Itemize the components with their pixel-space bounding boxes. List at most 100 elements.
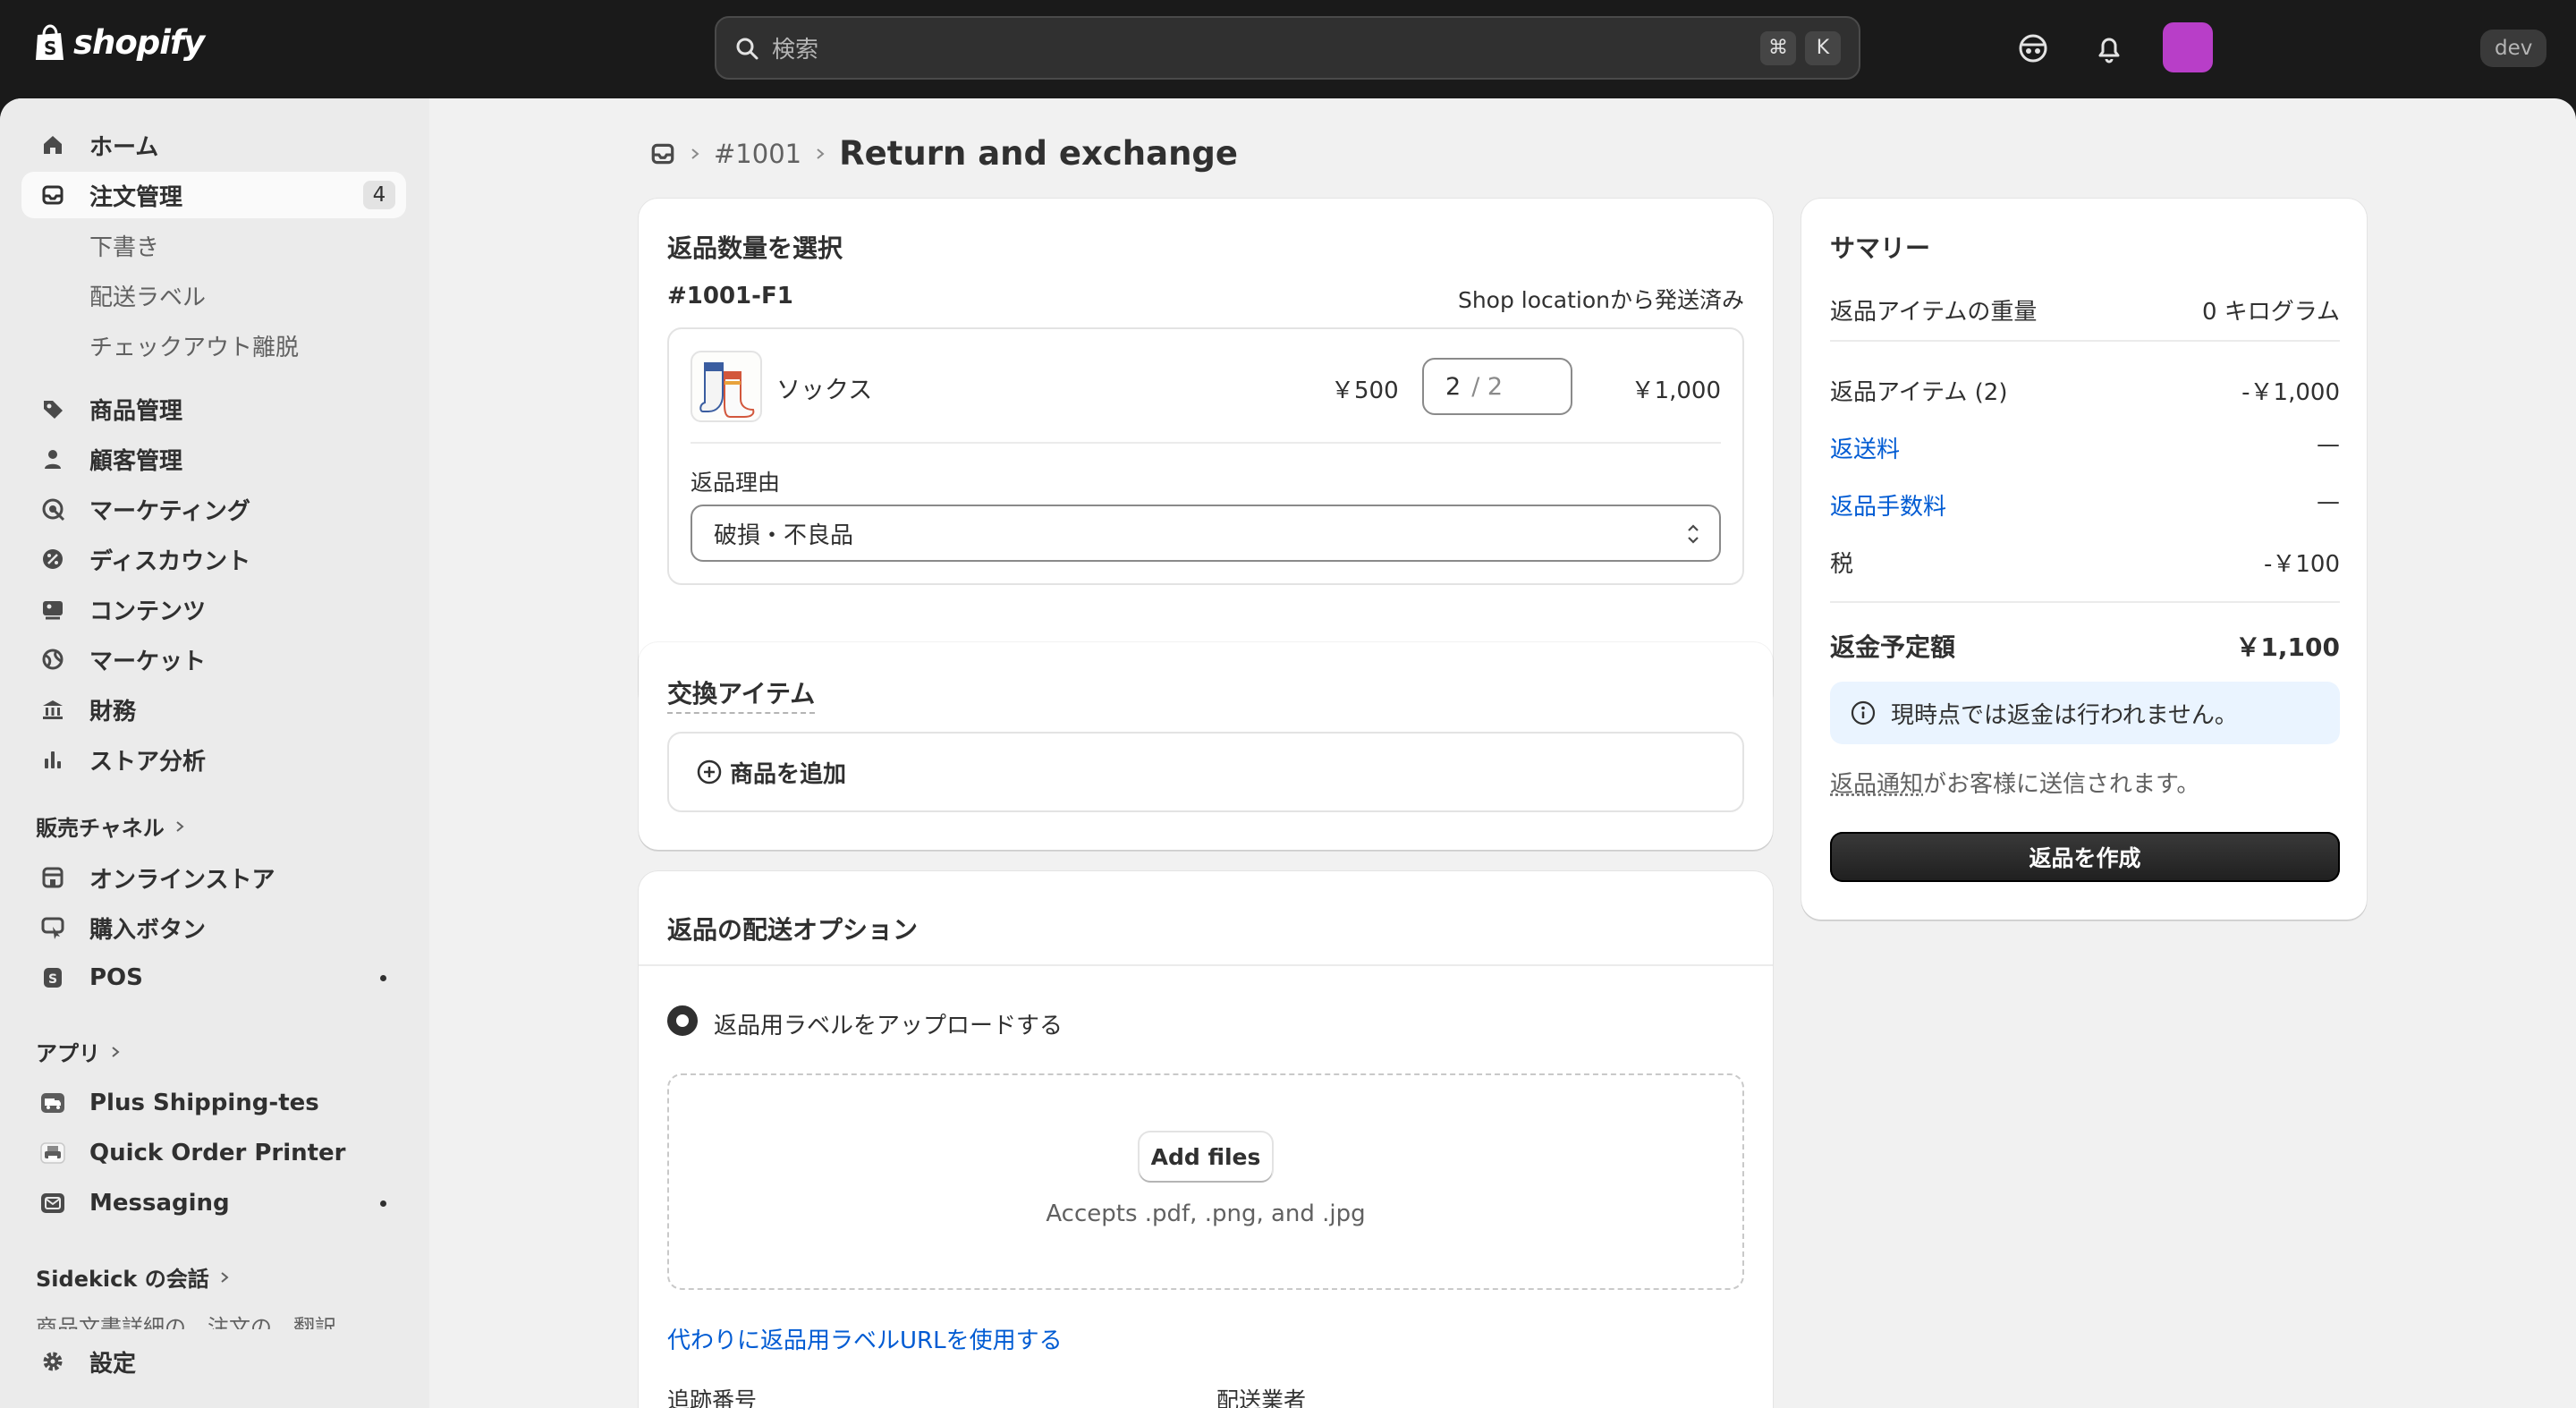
accepted-file-types: Accepts .pdf, .png, and .jpg [1046,1200,1366,1227]
orders-count-badge: 4 [363,181,395,209]
sidebar-item-shipping-labels[interactable]: 配送ラベル [21,272,406,318]
chart-bar-icon [39,746,66,773]
chevron-right-icon [109,1046,122,1058]
card-title[interactable]: 交換アイテム [667,674,816,714]
sidebar-item-abandoned-checkouts[interactable]: チェックアウト離脱 [21,322,406,369]
page-title: Return and exchange [839,134,1238,173]
unit-price: ￥500 [1331,377,1399,404]
shopify-bag-icon: S [34,23,66,62]
upload-label-radio[interactable] [667,1005,698,1036]
sidebar-item-products[interactable]: 商品管理 [21,386,406,432]
buy-button-icon [39,914,66,941]
sidebar-item-analytics[interactable]: ストア分析 [21,736,406,783]
sidebar-item-drafts[interactable]: 下書き [21,222,406,268]
return-notification-link[interactable]: 返品通知 [1830,771,1923,798]
row-value: — [2317,488,2340,515]
divider [1830,601,2340,603]
globe-icon [39,646,66,673]
fulfillment-id: #1001-F1 [667,283,793,310]
bell-icon[interactable] [2091,30,2127,66]
sidebar-item-label: ホーム [89,133,159,161]
svg-text:S: S [48,972,57,987]
summary-row-tax: 税 -￥100 [1830,546,2340,579]
row-label: 税 [1830,551,1854,578]
sidebar-item-messaging[interactable]: Messaging [21,1180,406,1226]
sidebar-item-markets[interactable]: マーケット [21,636,406,683]
messaging-app-icon [39,1190,66,1217]
divider [1830,340,2340,342]
sidebar-item-discounts[interactable]: ディスカウント [21,536,406,582]
sidebar-item-orders[interactable]: 注文管理 4 [21,172,406,218]
line-total: ￥1,000 [1631,377,1721,404]
store-badge[interactable]: dev [2480,30,2547,67]
shopify-logo[interactable]: S shopify [34,23,205,62]
sidekick-icon[interactable] [2015,30,2051,66]
sidebar-item-label: Plus Shipping-tes [89,1090,319,1116]
sidebar-item-label: 設定 [89,1350,137,1378]
sidebar-item-label: マーケティング [89,497,250,525]
printer-app-icon [39,1140,66,1166]
create-return-button[interactable]: 返品を作成 [1830,832,2340,882]
inbox-icon [39,182,66,208]
sidebar-item-label: 下書き [89,233,160,261]
card-title: サマリー [1830,233,1931,263]
return-fee-link[interactable]: 返品手数料 [1830,488,1946,522]
sidebar-item-home[interactable]: ホーム [21,122,406,168]
return-quantity-input[interactable]: 2 / 2 [1422,358,1572,415]
tag-icon [39,395,66,422]
sidebar-item-marketing[interactable]: マーケティング [21,486,406,532]
sidebar-item-finance[interactable]: 財務 [21,686,406,733]
return-shipping-fee-link[interactable]: 返送料 [1830,431,1900,464]
sidekick-conversation-item[interactable]: 商品文書詳細の 注文の 翻訳 [36,1311,336,1329]
sidebar-item-pos[interactable]: S POS [21,954,406,1001]
add-files-button[interactable]: Add files [1140,1132,1272,1181]
apps-header[interactable]: アプリ [36,1036,122,1067]
search-placeholder: 検索 [772,37,819,64]
sidebar-item-customers[interactable]: 顧客管理 [21,436,406,482]
sidebar-item-label: ディスカウント [89,547,251,575]
return-line-item: ソックス ￥500 2 / 2 ￥1,000 返品理由 破損・不良品 [667,327,1744,585]
sidebar-item-online-store[interactable]: オンラインストア [21,854,406,901]
product-name[interactable]: ソックス [776,370,872,405]
sidebar-item-label: オンラインストア [89,866,275,894]
section-label: 販売チャネル [36,816,165,841]
search-bar[interactable]: 検索 ⌘ K [715,16,1860,80]
orders-inbox-icon[interactable] [649,140,676,167]
store-avatar[interactable] [2163,22,2213,72]
summary-row-refund: 返金予定額 ￥1,100 [1830,628,2340,664]
sidebar-item-plus-shipping[interactable]: Plus Shipping-tes [21,1080,406,1126]
file-drop-zone[interactable]: Add files Accepts .pdf, .png, and .jpg [667,1073,1744,1290]
sidebar-item-label: 購入ボタン [89,916,207,944]
section-label: Sidekick の会話 [36,1267,209,1292]
add-product-button[interactable]: 商品を追加 [667,732,1744,812]
sidebar-item-label: POS [89,964,143,991]
sidebar-item-settings[interactable]: 設定 [21,1338,406,1385]
notification-note-text: がお客様に送信されます。 [1923,771,2200,798]
sidebar-item-content[interactable]: コンテンツ [21,586,406,632]
sidebar-item-label: 注文管理 [89,183,183,211]
card-title: 返品数量を選択 [667,233,843,263]
summary-row-items: 返品アイテム (2) -￥1,000 [1830,374,2340,407]
sidebar-item-label: Messaging [89,1190,230,1217]
info-icon [1850,700,1877,726]
sidebar-item-buy-button[interactable]: 購入ボタン [21,904,406,951]
sidekick-header[interactable]: Sidekick の会話 [36,1261,231,1293]
sales-channels-header[interactable]: 販売チャネル [36,810,186,842]
shortcut-key-cmd: ⌘ [1760,30,1796,65]
upload-label-option[interactable]: 返品用ラベルをアップロードする [714,1007,1063,1040]
return-shipping-card: 返品の配送オプション 返品用ラベルをアップロードする Add files Acc… [639,871,1773,1408]
breadcrumb-order-link[interactable]: #1001 [714,139,801,169]
use-label-url-link[interactable]: 代わりに返品用ラベルURLを使用する [667,1322,1063,1355]
sidebar-item-label: チェックアウト離脱 [89,334,300,361]
tracking-number-label: 追跡番号 [667,1387,758,1408]
row-label: 返金予定額 [1830,632,1956,662]
sidebar-item-label: マーケット [89,648,207,675]
return-reason-select[interactable]: 破損・不良品 [691,505,1721,562]
info-text: 現時点では返金は行われません。 [1891,701,2238,729]
divider [639,964,1773,966]
sidebar-item-quick-order-printer[interactable]: Quick Order Printer [21,1130,406,1176]
target-icon [39,496,66,522]
home-icon [39,131,66,158]
sidebar-item-label: 顧客管理 [89,447,183,475]
reason-label: 返品理由 [691,470,781,496]
